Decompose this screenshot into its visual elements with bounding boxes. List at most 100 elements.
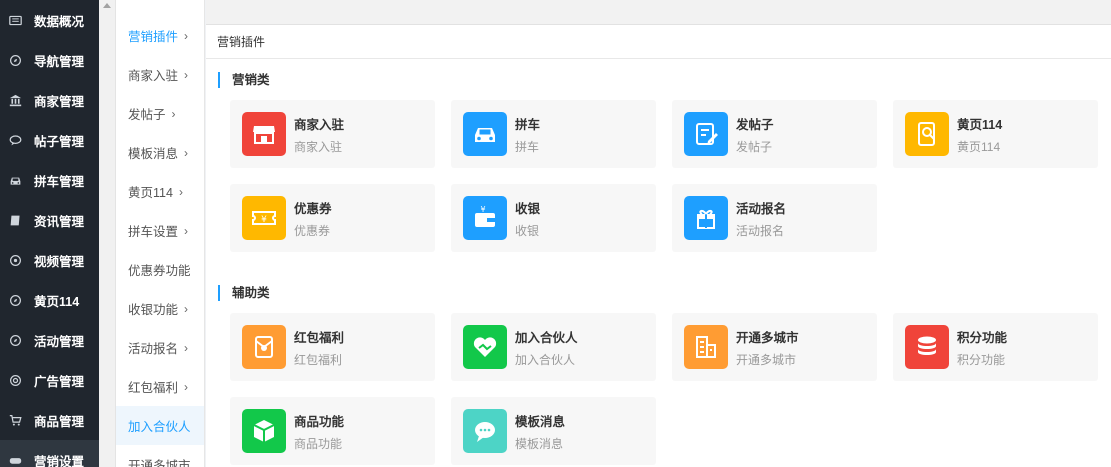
chevron-right-icon: › <box>184 340 189 355</box>
car-icon <box>463 112 507 156</box>
sidebar-item-navigation[interactable]: 导航管理 <box>0 40 99 80</box>
submenu-item-partner[interactable]: 加入合伙人 <box>116 406 204 445</box>
chevron-right-icon: › <box>184 223 189 238</box>
chevron-right-icon: › <box>184 67 189 82</box>
submenu-item-multi-city[interactable]: 开通多城市 <box>116 445 204 467</box>
sidebar-item-news[interactable]: 资讯管理 <box>0 200 99 240</box>
chevron-right-icon: › <box>184 145 189 160</box>
plugin-card-red-packet[interactable]: 红包福利 红包福利 <box>230 313 435 381</box>
plugin-card-name: 模板消息 <box>515 415 566 429</box>
sidebar-item-label: 资讯管理 <box>34 214 85 229</box>
sidebar-item-posts[interactable]: 帖子管理 <box>0 120 99 160</box>
plugin-card-coupon[interactable]: ¥ 优惠券 优惠券 <box>230 184 435 252</box>
plugin-card-template-message[interactable]: 模板消息 模板消息 <box>451 397 656 465</box>
sidebar-item-data-overview[interactable]: 数据概况 <box>0 0 99 40</box>
plugin-card-name: 加入合伙人 <box>515 331 578 345</box>
main-sidebar: 数据概况 导航管理 商家管理 帖子管理 拼车管理 资讯管理 视频管理 黄页114… <box>0 0 99 467</box>
city-buildings-icon <box>684 325 728 369</box>
sidebar-item-label: 视频管理 <box>34 254 85 269</box>
submenu-item-yellow-pages[interactable]: 黄页114 › <box>116 172 204 211</box>
plugin-card-name: 拼车 <box>515 118 541 132</box>
sidebar-item-carpool[interactable]: 拼车管理 <box>0 160 99 200</box>
cube-icon <box>242 409 286 453</box>
sidebar-item-label: 商品管理 <box>34 414 85 429</box>
red-packet-icon <box>242 325 286 369</box>
submenu-item-label: 红包福利 <box>128 381 179 395</box>
plugin-card-carpool[interactable]: 拼车 拼车 <box>451 100 656 168</box>
scroll-up-arrow-icon[interactable] <box>103 3 111 8</box>
video-icon <box>8 253 22 267</box>
submenu-item-label: 商家入驻 <box>128 69 179 83</box>
plugin-card-desc: 商品功能 <box>294 437 343 451</box>
plugin-card-name: 商品功能 <box>294 415 345 429</box>
plugin-card-partner[interactable]: 加入合伙人 加入合伙人 <box>451 313 656 381</box>
sidebar-item-merchants[interactable]: 商家管理 <box>0 80 99 120</box>
top-bar <box>206 0 1111 24</box>
submenu-item-coupon[interactable]: 优惠券功能 <box>116 250 204 289</box>
sidebar-item-label: 活动管理 <box>34 334 85 349</box>
submenu-item-cashier[interactable]: 收银功能 › <box>116 289 204 328</box>
sidebar-item-marketing[interactable]: 营销设置 <box>0 440 99 467</box>
submenu-item-label: 开通多城市 <box>128 459 191 467</box>
compass-icon <box>8 53 22 67</box>
plugin-card-name: 优惠券 <box>294 202 332 216</box>
plugin-card-merchant-join[interactable]: 商家入驻 商家入驻 <box>230 100 435 168</box>
wallet-icon: ¥ <box>463 196 507 240</box>
plugin-card-cashier[interactable]: ¥ 收银 收银 <box>451 184 656 252</box>
section-title-auxiliary: 辅助类 <box>218 285 270 301</box>
sidebar-item-label: 拼车管理 <box>34 174 85 189</box>
submenu-item-label: 加入合伙人 <box>128 420 191 434</box>
sidebar-item-videos[interactable]: 视频管理 <box>0 240 99 280</box>
submenu-item-label: 收银功能 <box>128 303 179 317</box>
sidebar-item-label: 黄页114 <box>34 294 80 309</box>
submenu-item-merchant-join[interactable]: 商家入驻 › <box>116 55 204 94</box>
submenu-item-label: 拼车设置 <box>128 225 179 239</box>
sidebar-item-label: 数据概况 <box>34 14 85 29</box>
submenu-item-red-packet[interactable]: 红包福利 › <box>116 367 204 406</box>
plugin-card-event-signup[interactable]: 活动报名 活动报名 <box>672 184 877 252</box>
plugin-card-desc: 黄页114 <box>957 140 1001 154</box>
comment-icon <box>8 133 22 147</box>
plugin-card-products[interactable]: 商品功能 商品功能 <box>230 397 435 465</box>
gamepad-icon <box>8 453 22 467</box>
sidebar-item-ads[interactable]: 广告管理 <box>0 360 99 400</box>
plugin-card-yellow-pages[interactable]: 黄页114 黄页114 <box>893 100 1098 168</box>
dashboard-icon <box>8 13 22 27</box>
submenu-item-marketing-plugins[interactable]: 营销插件 › <box>116 16 204 55</box>
car-icon <box>8 173 22 187</box>
plugin-card-desc: 加入合伙人 <box>515 353 576 367</box>
plugin-card-desc: 优惠券 <box>294 224 331 238</box>
sidebar-item-products[interactable]: 商品管理 <box>0 400 99 440</box>
lifebuoy-icon <box>8 373 22 387</box>
plugin-card-name: 积分功能 <box>957 331 1008 345</box>
coupon-icon: ¥ <box>242 196 286 240</box>
sidebar-scrollbar[interactable] <box>99 0 116 467</box>
sidebar-item-activities[interactable]: 活动管理 <box>0 320 99 360</box>
coins-stack-icon <box>905 325 949 369</box>
chevron-right-icon: › <box>184 301 189 316</box>
submenu-item-carpool-settings[interactable]: 拼车设置 › <box>116 211 204 250</box>
plugin-card-name: 收银 <box>515 202 541 216</box>
sidebar-item-yellow-pages[interactable]: 黄页114 <box>0 280 99 320</box>
compass-icon <box>8 333 22 347</box>
sidebar-item-label: 帖子管理 <box>34 134 85 149</box>
plugin-card-points[interactable]: 积分功能 积分功能 <box>893 313 1098 381</box>
submenu-item-event-signup[interactable]: 活动报名 › <box>116 328 204 367</box>
plugin-card-post[interactable]: 发帖子 发帖子 <box>672 100 877 168</box>
submenu-item-template-message[interactable]: 模板消息 › <box>116 133 204 172</box>
plugin-card-desc: 模板消息 <box>515 437 564 451</box>
chevron-right-icon: › <box>184 379 189 394</box>
plugin-card-desc: 商家入驻 <box>294 140 343 154</box>
plugin-card-multi-city[interactable]: 开通多城市 开通多城市 <box>672 313 877 381</box>
plugin-card-name: 黄页114 <box>957 118 1003 132</box>
submenu-item-post[interactable]: 发帖子 › <box>116 94 204 133</box>
chat-bubble-icon <box>463 409 507 453</box>
sidebar-item-label: 导航管理 <box>34 54 85 69</box>
chevron-right-icon: › <box>171 106 176 121</box>
plugin-card-desc: 开通多城市 <box>736 353 797 367</box>
submenu-item-label: 活动报名 <box>128 342 179 356</box>
sidebar-item-label: 商家管理 <box>34 94 85 109</box>
plugin-card-desc: 积分功能 <box>957 353 1006 367</box>
book-icon <box>8 213 22 227</box>
phone-search-icon <box>905 112 949 156</box>
